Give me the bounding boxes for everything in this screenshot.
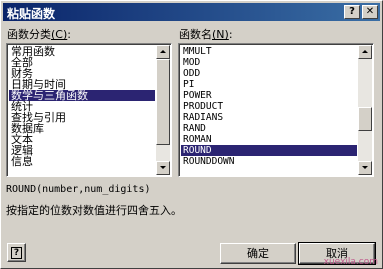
function-list-item[interactable]: RAND (181, 123, 357, 134)
help-button[interactable]: ? (7, 243, 26, 262)
function-list-item[interactable]: ROUND (181, 145, 357, 156)
title-help-button[interactable]: ? (344, 5, 360, 19)
category-label-text: 函数分类 (7, 28, 51, 41)
watermark: xuexila.com (323, 257, 378, 267)
function-list-item[interactable]: POWER (181, 90, 357, 101)
function-list-item[interactable]: MMULT (181, 46, 357, 57)
function-list: MMULT MOD ODD PI POWER PRODUCT RADIANS RAND ROMA… (181, 46, 357, 167)
category-scroll-thumb[interactable] (156, 59, 170, 145)
dialog-title: 粘贴函数 (7, 7, 56, 21)
category-list-item[interactable]: 信息 (9, 156, 155, 167)
function-list-item[interactable]: MOD (181, 57, 357, 68)
title-bar[interactable]: 粘贴函数 ? ✕ (3, 3, 380, 21)
paste-function-dialog: 粘贴函数 ? ✕ 函数分类(C): 函数名(N): 常用函数 全部 财务 日期与时间数… (0, 0, 383, 269)
function-list-item[interactable]: PRODUCT (181, 101, 357, 112)
arrow-up-icon (362, 50, 368, 53)
category-label-suffix: : (67, 28, 71, 41)
ok-button[interactable]: 确定 (220, 243, 296, 264)
function-listbox[interactable]: MMULT MOD ODD PI POWER PRODUCT RADIANS RAND ROMA… (178, 43, 374, 177)
function-list-item[interactable]: ODD (181, 68, 357, 79)
function-list-item[interactable]: RADIANS (181, 112, 357, 123)
function-scrollbar[interactable] (358, 45, 372, 175)
function-name-label-hotkey: (N) (212, 28, 229, 41)
function-list-item[interactable]: ROUNDDOWN (181, 156, 357, 167)
category-scroll-down-button[interactable] (156, 161, 170, 175)
category-label-hotkey: (C) (51, 28, 68, 41)
function-list-item[interactable]: PI (181, 79, 357, 90)
function-description: 按指定的位数对数值进行四舍五入。 (6, 204, 182, 217)
function-name-label-suffix: : (228, 28, 233, 41)
help-icon: ? (11, 247, 22, 259)
function-syntax: ROUND(number,num_digits) (6, 184, 151, 195)
function-scroll-up-button[interactable] (358, 45, 372, 59)
category-scroll-up-button[interactable] (156, 45, 170, 59)
function-name-label-text: 函数名 (179, 28, 212, 41)
arrow-down-icon (362, 166, 368, 169)
category-label: 函数分类(C): (7, 26, 71, 42)
function-scroll-down-button[interactable] (358, 161, 372, 175)
category-scrollbar[interactable] (156, 45, 170, 175)
title-close-button[interactable]: ✕ (362, 5, 378, 19)
category-list: 常用函数 全部 财务 日期与时间 数学与三角函数 统计 查找与引用 数据库 文本 逻辑 信息 (9, 46, 155, 167)
function-name-label: 函数名(N): (179, 26, 233, 42)
arrow-down-icon (160, 166, 166, 169)
function-scroll-thumb[interactable] (358, 107, 372, 131)
category-listbox[interactable]: 常用函数 全部 财务 日期与时间 数学与三角函数 统计 查找与引用 数据库 文本 逻辑 信息 (6, 43, 172, 177)
arrow-up-icon (160, 50, 166, 53)
function-list-item[interactable]: ROMAN (181, 134, 357, 145)
